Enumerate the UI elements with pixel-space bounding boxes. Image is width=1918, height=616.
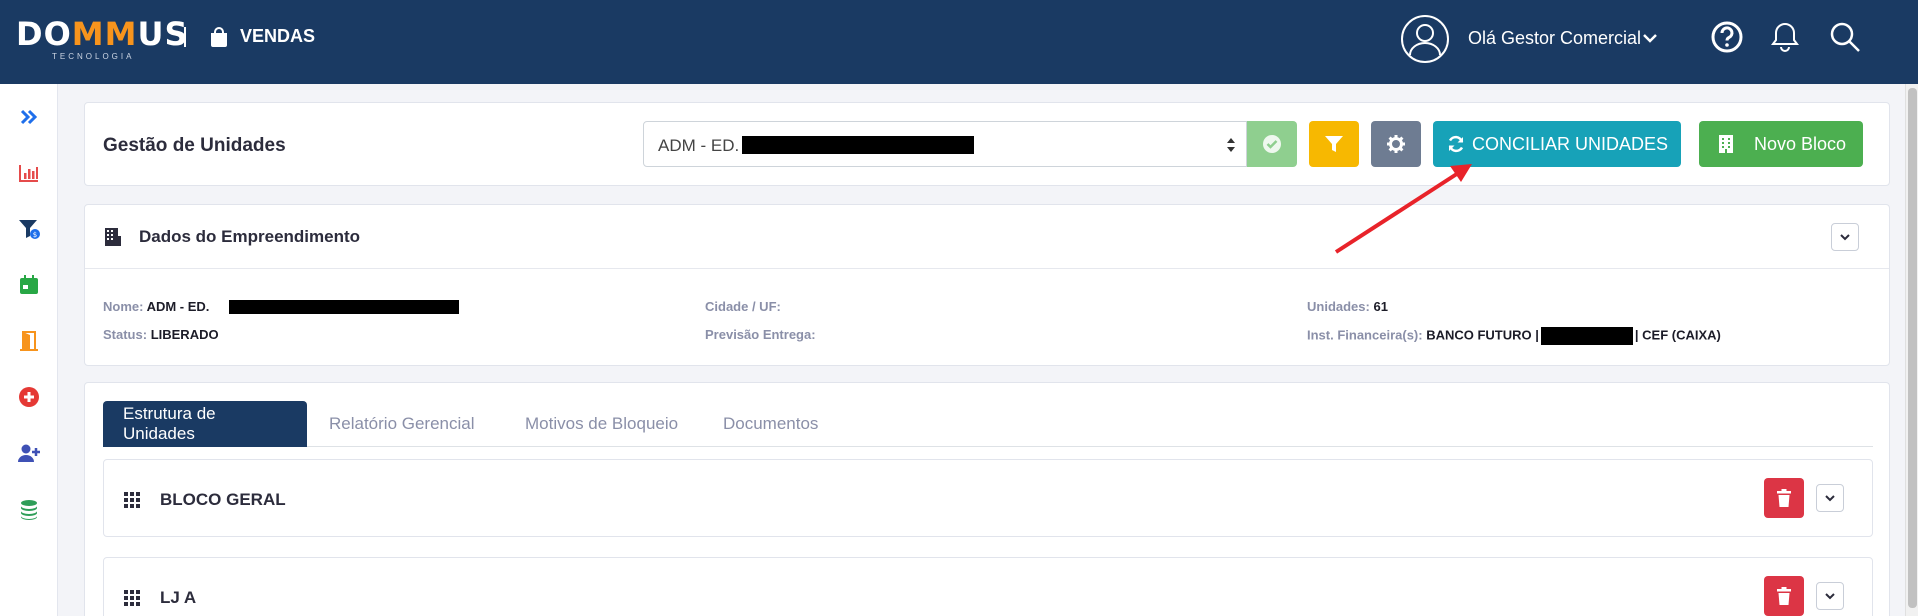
redacted-bank: [1540, 327, 1633, 345]
select-arrows-icon: [1227, 138, 1235, 152]
search-icon[interactable]: [1828, 20, 1862, 54]
trash-icon: [1777, 489, 1791, 507]
sidebar-item-units[interactable]: [14, 326, 44, 356]
tab-motivos-bloqueio[interactable]: Motivos de Bloqueio: [505, 401, 698, 447]
scrollbar-thumb[interactable]: [1908, 88, 1917, 608]
block-item[interactable]: BLOCO GERAL: [103, 459, 1873, 537]
empreendimento-card: Dados do Empreendimento Nome: ADM - ED. …: [84, 204, 1890, 366]
nome-field: Nome: ADM - ED.: [103, 299, 210, 314]
sidebar-item-funnel[interactable]: $: [14, 214, 44, 244]
confirm-select-button[interactable]: [1247, 121, 1297, 167]
plus-circle-icon: [19, 387, 39, 407]
chevron-down-icon: [1825, 495, 1835, 502]
block-item[interactable]: LJ A: [103, 557, 1873, 616]
dommus-logo[interactable]: DOMMUS TECNOLOGIA: [16, 15, 189, 62]
trash-icon: [1777, 587, 1791, 605]
check-circle-icon: [1263, 135, 1281, 153]
empreendimento-header[interactable]: Dados do Empreendimento: [85, 205, 1889, 269]
novo-bloco-button[interactable]: Novo Bloco: [1699, 121, 1863, 167]
select-value: ADM - ED.: [658, 136, 740, 155]
sidebar-item-reports[interactable]: [14, 158, 44, 188]
sync-icon: [1448, 135, 1464, 153]
logo-text: DOMMUS: [16, 15, 189, 53]
tab-bar: Estrutura de Unidades Relatório Gerencia…: [103, 401, 1873, 447]
tab-estrutura-unidades[interactable]: Estrutura de Unidades: [103, 401, 307, 447]
redacted-nome: [229, 300, 459, 314]
user-avatar-icon[interactable]: [1400, 14, 1450, 64]
coins-icon: [21, 500, 37, 520]
sidebar: $: [0, 84, 58, 616]
building-icon: [105, 228, 121, 246]
page-scrollbar[interactable]: [1905, 84, 1918, 616]
page-title: Gestão de Unidades: [103, 135, 286, 156]
previsao-field: Previsão Entrega:: [705, 327, 816, 342]
block-name: LJ A: [160, 588, 197, 607]
double-chevron-right-icon: [20, 109, 38, 125]
funnel-dollar-icon: $: [19, 220, 40, 239]
novo-bloco-label: Novo Bloco: [1753, 133, 1847, 154]
tab-relatorio-gerencial[interactable]: Relatório Gerencial: [309, 401, 495, 447]
chevron-down-icon: [1825, 593, 1835, 600]
empreendimento-title: Dados do Empreendimento: [139, 227, 361, 246]
logo-subtitle: TECNOLOGIA: [52, 52, 135, 61]
building-icon: [1718, 135, 1733, 153]
filter-icon: [1325, 136, 1343, 152]
redacted-name: [742, 136, 974, 154]
module-name: VENDAS: [240, 26, 316, 46]
logo-divider: [184, 27, 186, 47]
status-field: Status: LIBERADO: [103, 327, 219, 342]
chevron-down-icon[interactable]: [1642, 30, 1658, 46]
calendar-icon: [20, 275, 38, 294]
cidade-field: Cidade / UF:: [705, 299, 781, 314]
expand-block-button[interactable]: [1816, 484, 1844, 512]
user-plus-icon: [18, 444, 40, 462]
door-open-icon: [20, 331, 38, 351]
chevron-down-icon: [1840, 234, 1850, 241]
sidebar-item-finance[interactable]: [14, 494, 44, 524]
grid-icon: [124, 492, 140, 508]
help-icon[interactable]: [1710, 20, 1744, 54]
sidebar-expand[interactable]: [14, 102, 44, 132]
bell-icon[interactable]: [1768, 20, 1802, 54]
collapse-empreendimento-button[interactable]: [1831, 223, 1859, 251]
empreendimento-select[interactable]: ADM - ED.: [643, 121, 1247, 167]
sidebar-item-calendar[interactable]: [14, 270, 44, 300]
bar-chart-icon: [19, 165, 38, 182]
page-header-card: Gestão de Unidades ADM - ED. CONCILIAR U…: [84, 102, 1890, 186]
units-tabs-card: Estrutura de Unidades Relatório Gerencia…: [84, 382, 1890, 616]
unidades-field: Unidades: 61: [1307, 299, 1388, 314]
module-label[interactable]: VENDAS: [210, 26, 315, 47]
grid-icon: [124, 590, 140, 606]
delete-block-button[interactable]: [1764, 576, 1804, 616]
user-greeting[interactable]: Olá Gestor Comercial: [1468, 28, 1641, 49]
svg-text:$: $: [33, 231, 37, 239]
gear-icon: [1387, 135, 1405, 153]
delete-block-button[interactable]: [1764, 478, 1804, 518]
top-bar: DOMMUS TECNOLOGIA VENDAS Olá Gestor Come…: [0, 0, 1918, 84]
conciliar-label: CONCILIAR UNIDADES: [1471, 133, 1669, 154]
inst-financeira-field: Inst. Financeira(s): BANCO FUTURO | | CEF…: [1307, 327, 1721, 345]
annotation-arrow: [1334, 164, 1472, 254]
sidebar-item-add[interactable]: [14, 382, 44, 412]
tab-documentos[interactable]: Documentos: [703, 401, 838, 447]
expand-block-button[interactable]: [1816, 582, 1844, 610]
block-name: BLOCO GERAL: [160, 490, 286, 509]
shopping-bag-icon: [211, 26, 227, 47]
sidebar-item-add-user[interactable]: [14, 438, 44, 468]
